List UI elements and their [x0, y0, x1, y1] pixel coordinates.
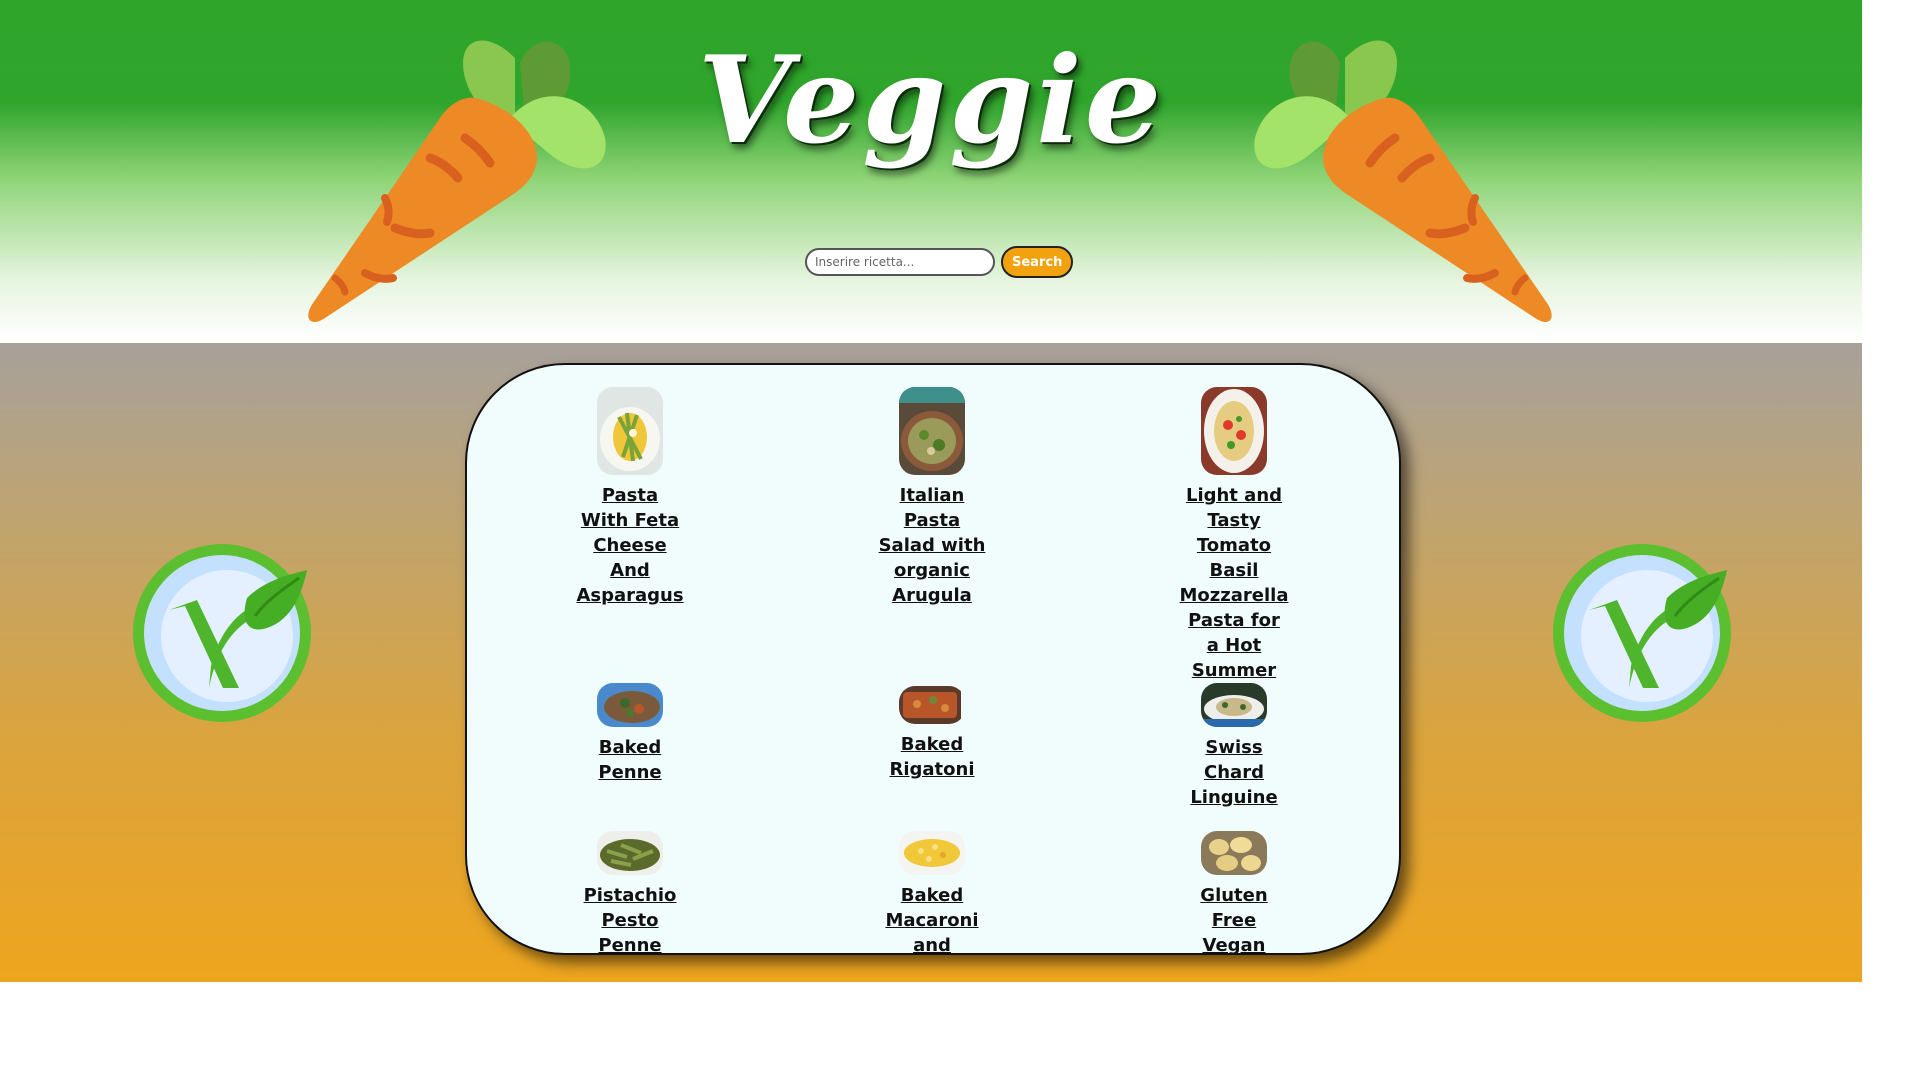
recipe-card[interactable]: Swiss Chard Linguine — [1174, 683, 1294, 810]
recipe-card[interactable]: Baked Rigatoni — [872, 683, 992, 782]
baked-macaroni-cheese-photo[interactable] — [899, 831, 965, 875]
recipe-link[interactable]: Baked Macaroni and Cheese — [877, 883, 987, 953]
search-button[interactable]: Search — [1001, 246, 1074, 278]
recipe-grid: Pasta With Feta Cheese And Asparagus Ita… — [465, 363, 1401, 955]
recipe-card[interactable]: Pistachio Pesto Penne — [570, 831, 690, 953]
site-title: Veggie — [697, 30, 1165, 171]
recipe-card[interactable]: Pasta With Feta Cheese And Asparagus — [570, 387, 690, 608]
vegan-v-icon — [1547, 538, 1737, 728]
pasta-feta-asparagus-photo[interactable] — [597, 387, 663, 475]
pistachio-pesto-penne-photo[interactable] — [597, 831, 663, 875]
recipe-card[interactable]: Light and Tasty Tomato Basil Mozzarella … — [1174, 387, 1294, 708]
site-header: Veggie Search — [0, 0, 1862, 343]
recipe-card[interactable]: Gluten Free Vegan Gnocchi — [1174, 831, 1294, 953]
baked-rigatoni-photo[interactable] — [899, 686, 965, 724]
recipe-link[interactable]: Swiss Chard Linguine — [1179, 735, 1289, 810]
tomato-basil-mozzarella-pasta-photo[interactable] — [1201, 387, 1267, 475]
recipe-link[interactable]: Baked Rigatoni — [877, 732, 987, 782]
recipe-link[interactable]: Gluten Free Vegan Gnocchi — [1179, 883, 1289, 953]
recipe-link[interactable]: Italian Pasta Salad with organic Arugula — [877, 483, 987, 608]
recipe-link[interactable]: Pistachio Pesto Penne — [575, 883, 685, 953]
baked-penne-photo[interactable] — [597, 683, 663, 727]
swiss-chard-linguine-photo[interactable] — [1201, 683, 1267, 727]
recipe-link[interactable]: Baked Penne — [575, 735, 685, 785]
recipe-card[interactable]: Italian Pasta Salad with organic Arugula — [872, 387, 992, 608]
pasta-salad-arugula-photo[interactable] — [899, 387, 965, 475]
recipe-card[interactable]: Baked Penne — [570, 683, 690, 785]
main-content: Pasta With Feta Cheese And Asparagus Ita… — [0, 343, 1862, 982]
recipe-link[interactable]: Pasta With Feta Cheese And Asparagus — [575, 483, 685, 608]
recipe-link[interactable]: Light and Tasty Tomato Basil Mozzarella … — [1179, 483, 1289, 708]
search-form: Search — [805, 246, 1074, 278]
recipe-card[interactable]: Baked Macaroni and Cheese — [872, 831, 992, 953]
search-input[interactable] — [805, 248, 995, 276]
vegan-v-icon — [127, 538, 317, 728]
vegan-gnocchi-photo[interactable] — [1201, 831, 1267, 875]
